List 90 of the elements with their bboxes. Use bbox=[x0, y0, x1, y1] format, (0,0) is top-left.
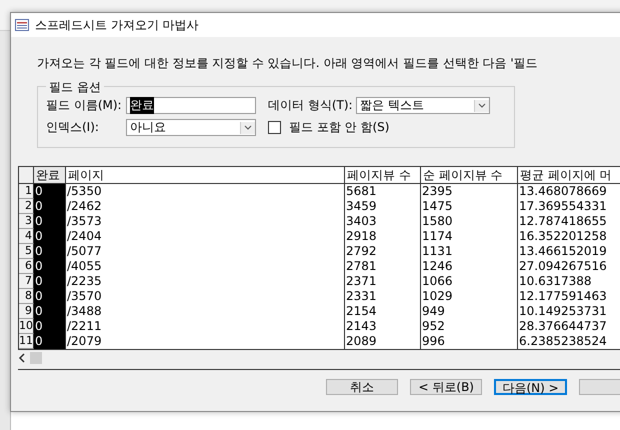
table-cell: 2792 bbox=[345, 244, 421, 259]
table-cell: 0 bbox=[34, 319, 66, 334]
table-cell: 2371 bbox=[345, 274, 421, 289]
row-number: 8 bbox=[19, 289, 34, 304]
row-number: 10 bbox=[19, 319, 34, 334]
table-cell: 0 bbox=[34, 289, 66, 304]
table-cell: 2089 bbox=[345, 334, 421, 349]
column-header[interactable]: 완료 bbox=[34, 167, 66, 183]
table-cell: 13.466152019 bbox=[518, 244, 620, 259]
table-cell: 2331 bbox=[345, 289, 421, 304]
table-cell: 0 bbox=[34, 244, 66, 259]
table-cell: /3488 bbox=[66, 304, 345, 319]
table-cell: 0 bbox=[34, 199, 66, 214]
table-cell: /2404 bbox=[66, 229, 345, 244]
table-cell: 13.468078669 bbox=[518, 184, 620, 199]
table-cell: 952 bbox=[421, 319, 518, 334]
row-number: 5 bbox=[19, 244, 34, 259]
table-cell: 17.369554331 bbox=[518, 199, 620, 214]
table-cell: 2154 bbox=[345, 304, 421, 319]
scroll-thumb[interactable] bbox=[30, 352, 42, 364]
table-cell: 16.352201258 bbox=[518, 229, 620, 244]
table-cell: 27.094267516 bbox=[518, 259, 620, 274]
table-cell: 1174 bbox=[421, 229, 518, 244]
table-cell: 0 bbox=[34, 184, 66, 199]
column-header[interactable]: 페이지 bbox=[66, 167, 345, 183]
table-cell: 10.6317388 bbox=[518, 274, 620, 289]
field-name-input[interactable]: 완료 bbox=[126, 97, 256, 114]
row-number: 11 bbox=[19, 334, 34, 349]
row-number: 1 bbox=[19, 184, 34, 199]
table-cell: 10.149253731 bbox=[518, 304, 620, 319]
table-cell: 996 bbox=[421, 334, 518, 349]
row-number: 3 bbox=[19, 214, 34, 229]
data-type-dropdown[interactable]: 짧은 텍스트 bbox=[356, 97, 490, 114]
window-app-icon bbox=[15, 19, 29, 31]
table-cell: /3573 bbox=[66, 214, 345, 229]
instruction-text: 가져오는 각 필드에 대한 정보를 지정할 수 있습니다. 아래 영역에서 필드를 선택한 다음 '필드 bbox=[37, 55, 539, 72]
skip-field-checkbox[interactable] bbox=[268, 121, 281, 134]
table-cell: /5350 bbox=[66, 184, 345, 199]
table-cell: 3459 bbox=[345, 199, 421, 214]
table-cell: 3403 bbox=[345, 214, 421, 229]
wizard-button[interactable]: 취소 bbox=[326, 379, 398, 395]
table-cell: /2211 bbox=[66, 319, 345, 334]
skip-field-label: 필드 포함 안 함(S) bbox=[289, 119, 390, 136]
table-cell: 6.2385238524 bbox=[518, 334, 620, 349]
table-cell: 2918 bbox=[345, 229, 421, 244]
column-header[interactable]: 페이지뷰 수 bbox=[345, 167, 421, 183]
table-cell: /3570 bbox=[66, 289, 345, 304]
table-cell: 12.177591463 bbox=[518, 289, 620, 304]
table-cell: /4055 bbox=[66, 259, 345, 274]
row-number: 7 bbox=[19, 274, 34, 289]
wizard-button[interactable]: < 뒤로(B) bbox=[410, 379, 482, 395]
row-number: 6 bbox=[19, 259, 34, 274]
window-title: 스프레드시트 가져오기 마법사 bbox=[35, 16, 199, 34]
table-cell: 0 bbox=[34, 214, 66, 229]
dropdown-caret-icon[interactable] bbox=[240, 122, 255, 134]
table-cell: 28.376644737 bbox=[518, 319, 620, 334]
table-cell: 1131 bbox=[421, 244, 518, 259]
table-cell: 2781 bbox=[345, 259, 421, 274]
column-header[interactable]: 평균 페이지에 머 bbox=[518, 167, 620, 183]
table-cell: 12.787418655 bbox=[518, 214, 620, 229]
table-cell: 5681 bbox=[345, 184, 421, 199]
column-header[interactable]: 순 페이지뷰 수 bbox=[421, 167, 518, 183]
table-cell: 2395 bbox=[421, 184, 518, 199]
table-cell: 0 bbox=[34, 334, 66, 349]
index-dropdown[interactable]: 아니요 bbox=[126, 119, 256, 136]
wizard-button[interactable]: 다음(N) > bbox=[494, 379, 567, 395]
scroll-left-icon[interactable] bbox=[18, 353, 26, 363]
table-cell: 1580 bbox=[421, 214, 518, 229]
table-cell: 1066 bbox=[421, 274, 518, 289]
row-number: 4 bbox=[19, 229, 34, 244]
field-name-label: 필드 이름(M): bbox=[46, 97, 123, 114]
row-number: 2 bbox=[19, 199, 34, 214]
table-cell: 949 bbox=[421, 304, 518, 319]
row-number: 9 bbox=[19, 304, 34, 319]
data-type-label: 데이터 형식(T): bbox=[268, 97, 354, 114]
table-cell: 1246 bbox=[421, 259, 518, 274]
table-cell: 1475 bbox=[421, 199, 518, 214]
table-cell: /5077 bbox=[66, 244, 345, 259]
table-cell: /2462 bbox=[66, 199, 345, 214]
table-cell: 0 bbox=[34, 229, 66, 244]
table-cell: /2079 bbox=[66, 334, 345, 349]
index-label: 인덱스(I): bbox=[46, 119, 100, 136]
table-cell: 0 bbox=[34, 274, 66, 289]
group-title: 필드 옵션 bbox=[46, 79, 104, 96]
dropdown-caret-icon[interactable] bbox=[474, 100, 489, 112]
table-cell: 0 bbox=[34, 304, 66, 319]
table-cell: 1029 bbox=[421, 289, 518, 304]
table-cell: 0 bbox=[34, 259, 66, 274]
table-cell: /2235 bbox=[66, 274, 345, 289]
table-cell: 2143 bbox=[345, 319, 421, 334]
